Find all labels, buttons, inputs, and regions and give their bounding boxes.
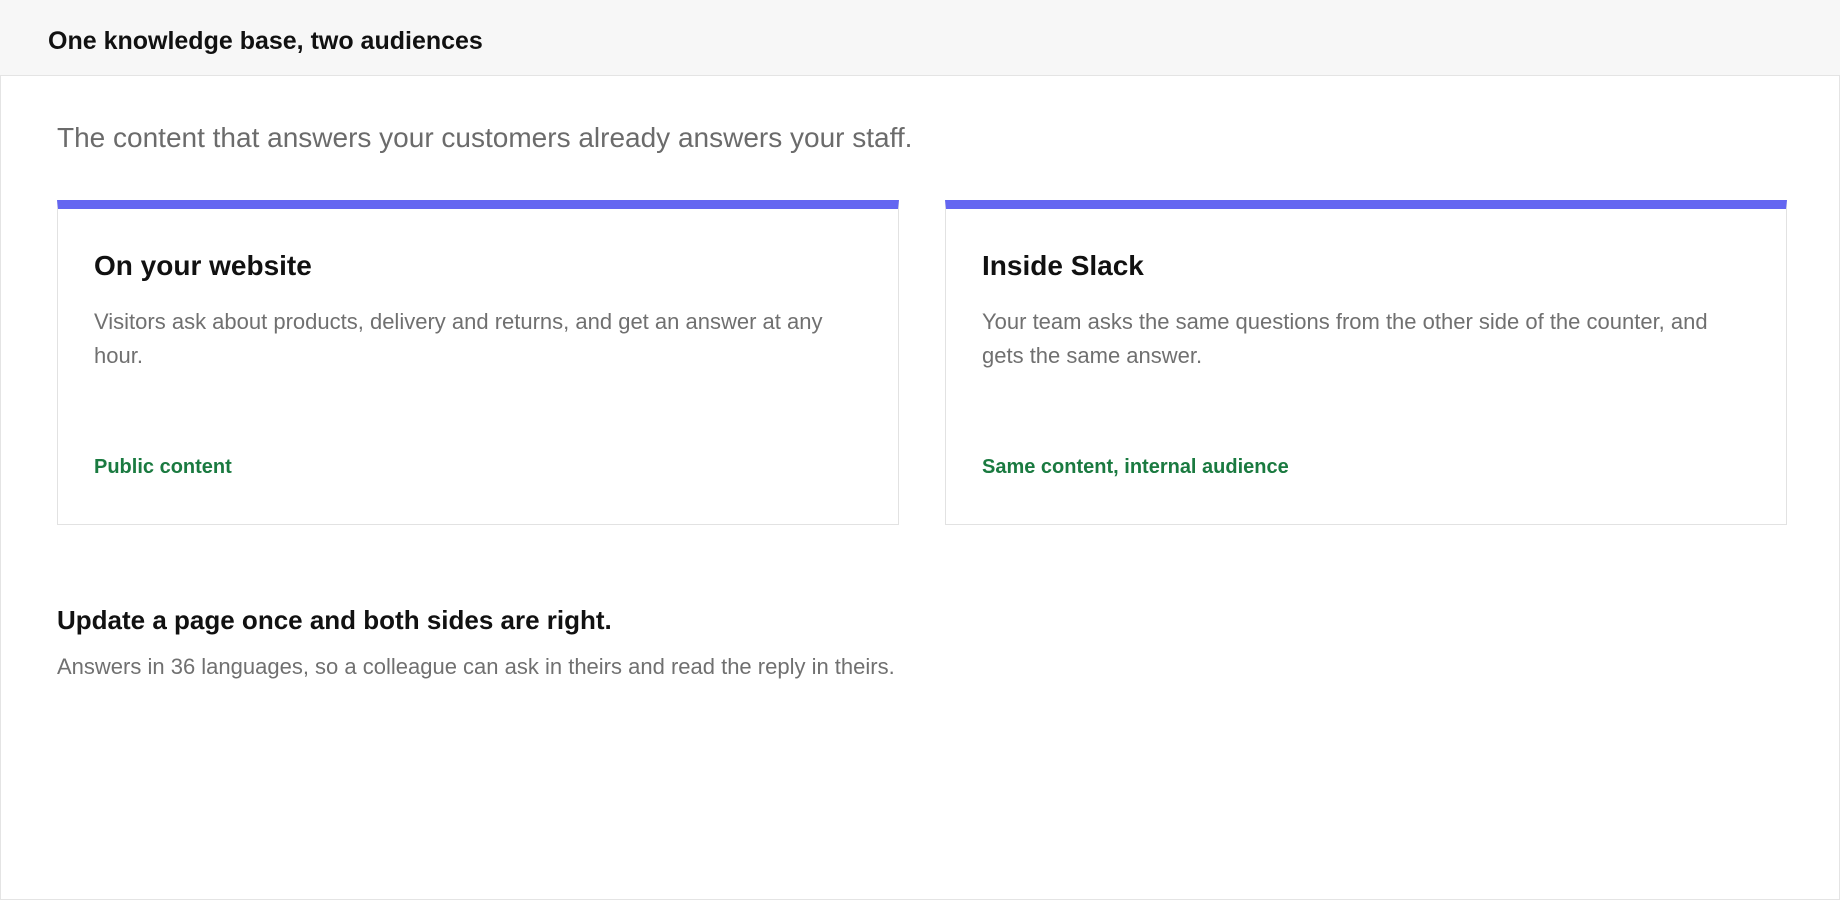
footer-text: Answers in 36 languages, so a colleague … [57, 654, 895, 679]
page-subtitle: The content that answers your customers … [57, 122, 913, 153]
card-website: On your website Visitors ask about produ… [57, 200, 899, 525]
card-description: Visitors ask about products, delivery an… [94, 309, 823, 368]
main-content: The content that answers your customers … [0, 76, 1840, 900]
page-title: One knowledge base, two audiences [48, 27, 483, 55]
card-slack: Inside Slack Your team asks the same que… [945, 200, 1787, 525]
card-tag: Same content, internal audience [982, 456, 1289, 478]
footer-heading: Update a page once and both sides are ri… [57, 605, 612, 635]
card-tag: Public content [94, 456, 232, 478]
card-description: Your team asks the same questions from t… [982, 309, 1708, 368]
card-title: Inside Slack [982, 250, 1144, 281]
page-header: One knowledge base, two audiences [0, 0, 1840, 76]
card-title: On your website [94, 250, 312, 281]
